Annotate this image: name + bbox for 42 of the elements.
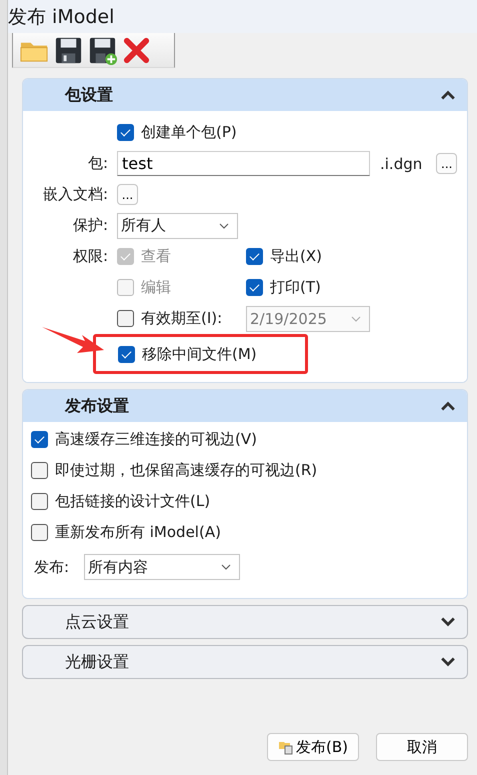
checkbox[interactable]: [31, 524, 48, 541]
protection-dropdown[interactable]: 所有人: [117, 212, 238, 238]
checkbox[interactable]: [31, 493, 48, 510]
window-title: 发布 iModel: [8, 4, 114, 30]
checkbox[interactable]: [246, 248, 263, 265]
checkbox[interactable]: [31, 431, 48, 448]
checkbox[interactable]: [118, 346, 135, 362]
section-header[interactable]: 发布设置: [23, 390, 467, 422]
section-header[interactable]: 光栅设置: [22, 645, 468, 679]
field-label: 保护:: [72, 216, 109, 235]
checkbox-label: 即使过期，也保留高速缓存的可视边(R): [55, 461, 318, 480]
field-label: 权限:: [72, 246, 109, 267]
field-label: 嵌入文档:: [42, 185, 109, 204]
cancel-button[interactable]: 取消: [376, 733, 468, 761]
checkbox-label: 查看: [141, 247, 171, 266]
field-label: 包:: [86, 154, 109, 173]
checkbox-label: 高速缓存三维连接的可视边(V): [55, 430, 257, 449]
publish-button[interactable]: 发布(B): [267, 733, 359, 761]
checkbox-label: 导出(X): [270, 247, 322, 266]
checkbox-label: 编辑: [141, 278, 171, 297]
checkbox[interactable]: [246, 279, 263, 296]
checkbox-label: 打印(T): [270, 278, 321, 297]
publish-dropdown[interactable]: 所有内容: [84, 554, 240, 580]
checkbox[interactable]: [31, 462, 48, 479]
checkbox-label: 重新发布所有 iModel(A): [55, 523, 221, 542]
checkbox-label: 包括链接的设计文件(L): [55, 492, 210, 511]
browse-button[interactable]: ...: [117, 184, 138, 205]
folder-document-icon: [278, 739, 294, 755]
package-name-field[interactable]: test: [117, 151, 370, 176]
chevron-icon: [441, 617, 455, 627]
checkbox-label: 移除中间文件(M): [142, 344, 257, 364]
file-extension: .i.dgn: [380, 154, 422, 172]
checkbox-label: 创建单个包(P): [141, 123, 237, 142]
chevron-icon: [441, 657, 455, 667]
section-header[interactable]: 包设置: [23, 79, 467, 111]
section-header[interactable]: 点云设置: [22, 605, 468, 639]
chevron-icon: [441, 90, 455, 100]
field-label: 发布:: [34, 558, 70, 576]
browse-button[interactable]: ...: [436, 153, 458, 174]
checkbox[interactable]: [117, 124, 134, 141]
checkbox-label: 有效期至(I):: [141, 309, 222, 328]
chevron-icon: [441, 401, 455, 411]
